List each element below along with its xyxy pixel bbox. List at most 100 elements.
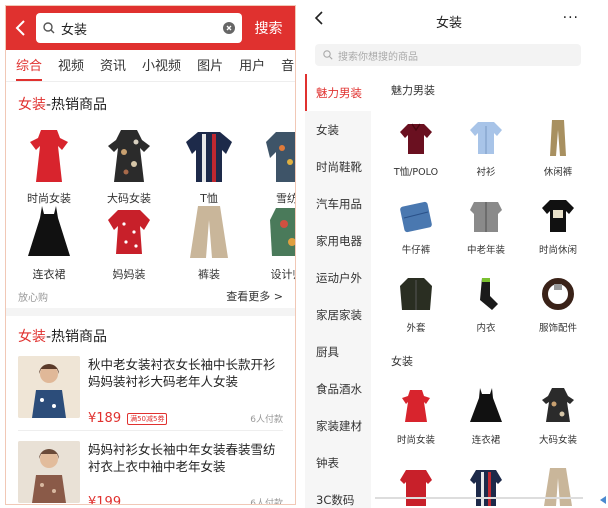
category-item-watches[interactable]: 钟表 bbox=[305, 444, 371, 481]
seniors-wear-icon bbox=[470, 202, 502, 232]
search-placeholder: 搜索你想搜的商品 bbox=[338, 51, 418, 63]
category-tile[interactable]: 时尚休闲 bbox=[523, 196, 593, 256]
grid-item-pants[interactable]: 裤装 bbox=[174, 204, 244, 282]
grid-item-chiffon[interactable]: 雪纺 bbox=[252, 128, 295, 206]
category-tile[interactable] bbox=[451, 466, 521, 506]
search-results-panel: 女装 搜索 综合 视频 资讯 小视频 图片 用户 音 女装-热销商品 时尚女装 … bbox=[5, 5, 296, 505]
product-row[interactable]: 秋中老女装衬衣女长袖中长款开衫妈妈装衬衫大码老年人女装 ¥189 满50减5券 … bbox=[6, 346, 295, 430]
grid-item-dress[interactable]: 连衣裙 bbox=[14, 204, 84, 282]
category-tile[interactable]: 内衣 bbox=[451, 274, 521, 334]
product-title: 秋中老女装衬衣女长袖中长款开衫妈妈装衬衫大码老年人女装 bbox=[88, 357, 276, 389]
category-tile[interactable] bbox=[381, 466, 451, 506]
back-button[interactable] bbox=[6, 6, 36, 50]
floral-dress-icon bbox=[542, 388, 574, 422]
section-title: 女装 bbox=[391, 355, 413, 368]
category-tile[interactable]: 中老年装 bbox=[451, 196, 521, 256]
red-dress-image bbox=[30, 130, 68, 182]
model-photo-icon bbox=[18, 441, 80, 503]
striped-top-icon bbox=[470, 470, 502, 506]
grid-item-plus-size[interactable]: 大码女装 bbox=[94, 128, 164, 206]
category-item-women[interactable]: 女装 bbox=[305, 111, 371, 148]
category-item-appliances[interactable]: 家用电器 bbox=[305, 222, 371, 259]
striped-shirt-image bbox=[186, 132, 232, 182]
category-item-kitchen[interactable]: 厨具 bbox=[305, 333, 371, 370]
category-tile[interactable]: 大码女装 bbox=[523, 386, 593, 446]
category-tile[interactable]: 牛仔裤 bbox=[381, 196, 451, 256]
red-blouse-image bbox=[108, 210, 150, 254]
category-tile[interactable]: 时尚女装 bbox=[381, 386, 451, 446]
category-item-auto[interactable]: 汽车用品 bbox=[305, 185, 371, 222]
product-thumbnail bbox=[18, 356, 80, 418]
jeans-icon bbox=[400, 201, 432, 233]
more-menu-button[interactable]: ··· bbox=[563, 10, 579, 26]
search-input[interactable]: 女装 bbox=[36, 13, 242, 43]
tab-all[interactable]: 综合 bbox=[16, 55, 43, 81]
search-query: 女装 bbox=[61, 22, 88, 38]
category-tile[interactable] bbox=[523, 466, 593, 506]
category-tile[interactable]: 休闲裤 bbox=[523, 118, 593, 178]
category-header: 女装 ··· bbox=[305, 0, 593, 40]
category-content: 魅力男装 T恤/POLO 衬衫 休闲裤 牛仔裤 中老年装 时尚休闲 外套 内衣 … bbox=[371, 74, 593, 508]
grid-item-fashion[interactable]: 时尚女装 bbox=[14, 128, 84, 206]
casual-tshirt-icon bbox=[542, 200, 574, 232]
category-tile[interactable]: 衬衫 bbox=[451, 118, 521, 178]
product-thumbnail bbox=[18, 441, 80, 503]
dress-shirt-icon bbox=[470, 122, 502, 154]
back-arrow-icon bbox=[15, 20, 25, 36]
wide-pants-icon bbox=[544, 468, 572, 506]
wide-pants-image bbox=[190, 206, 228, 258]
chiffon-top-image bbox=[266, 132, 295, 182]
category-panel: 女装 ··· 搜索你想搜的商品 魅力男装 女装 时尚鞋靴 汽车用品 家用电器 运… bbox=[305, 0, 593, 508]
tab-users[interactable]: 用户 bbox=[239, 55, 265, 81]
product-row[interactable]: 妈妈衬衫女长袖中年女装春装雪纺衬衣上衣中袖中老年女装 ¥199 6人付款 bbox=[18, 430, 283, 505]
coupon-badge: 满50减5券 bbox=[127, 412, 168, 425]
paid-count: 6人付款 bbox=[250, 415, 283, 425]
polo-shirt-icon bbox=[400, 123, 432, 154]
category-item-food[interactable]: 食品酒水 bbox=[305, 370, 371, 407]
hot-products-grid: 时尚女装 大码女装 T恤 雪纺 连衣裙 妈妈装 裤装 设计师 bbox=[6, 114, 295, 284]
hot-products-title: 女装-热销商品 bbox=[18, 97, 108, 113]
grid-item-designer[interactable]: 设计师 bbox=[252, 204, 295, 282]
red-top-icon bbox=[400, 470, 432, 506]
product-price: ¥189 bbox=[88, 411, 122, 426]
category-tile[interactable]: 外套 bbox=[381, 274, 451, 334]
red-dress-icon bbox=[402, 390, 430, 422]
page-title: 女装 bbox=[435, 16, 462, 31]
category-tile[interactable]: 服饰配件 bbox=[523, 274, 593, 334]
tab-images[interactable]: 图片 bbox=[197, 55, 223, 81]
search-icon bbox=[43, 22, 55, 34]
tab-music[interactable]: 音 bbox=[281, 55, 294, 81]
tab-video[interactable]: 视频 bbox=[58, 55, 84, 81]
product-title: 妈妈衬衫女长袖中年女装春装雪纺衬衣上衣中袖中老年女装 bbox=[88, 442, 276, 474]
arrow-icon bbox=[600, 496, 606, 504]
category-item-digital[interactable]: 3C数码 bbox=[305, 481, 371, 508]
category-item-men[interactable]: 魅力男装 bbox=[305, 74, 371, 111]
socks-icon bbox=[480, 278, 498, 310]
result-tabs: 综合 视频 资讯 小视频 图片 用户 音 bbox=[6, 50, 295, 82]
grid-item-tshirt[interactable]: T恤 bbox=[174, 128, 244, 206]
tab-short-video[interactable]: 小视频 bbox=[142, 55, 181, 81]
search-button[interactable]: 搜索 bbox=[242, 18, 295, 38]
casual-pants-icon bbox=[550, 120, 566, 156]
tab-news[interactable]: 资讯 bbox=[100, 55, 126, 81]
category-tile[interactable]: 连衣裙 bbox=[451, 386, 521, 446]
belt-icon bbox=[542, 278, 574, 310]
category-search-input[interactable]: 搜索你想搜的商品 bbox=[315, 44, 581, 66]
model-photo-icon bbox=[18, 356, 80, 418]
category-item-outdoor[interactable]: 运动户外 bbox=[305, 259, 371, 296]
category-item-home[interactable]: 家居家装 bbox=[305, 296, 371, 333]
category-item-shoes[interactable]: 时尚鞋靴 bbox=[305, 148, 371, 185]
category-tile[interactable]: T恤/POLO bbox=[381, 118, 451, 178]
grid-item-mom[interactable]: 妈妈装 bbox=[94, 204, 164, 282]
black-dress-image bbox=[28, 206, 70, 256]
floral-dress-image bbox=[108, 130, 150, 182]
see-more-link[interactable]: 查看更多 > bbox=[226, 288, 283, 304]
clear-icon[interactable] bbox=[223, 22, 235, 34]
search-header: 女装 搜索 bbox=[6, 6, 295, 50]
horizontal-scrollbar[interactable] bbox=[375, 497, 583, 499]
search-icon bbox=[323, 50, 333, 60]
category-sidebar: 魅力男装 女装 时尚鞋靴 汽车用品 家用电器 运动户外 家居家装 厨具 食品酒水… bbox=[305, 74, 371, 508]
product-price: ¥199 bbox=[88, 495, 122, 505]
hot-products-title-2: 女装-热销商品 bbox=[18, 329, 108, 345]
category-item-building[interactable]: 家装建材 bbox=[305, 407, 371, 444]
